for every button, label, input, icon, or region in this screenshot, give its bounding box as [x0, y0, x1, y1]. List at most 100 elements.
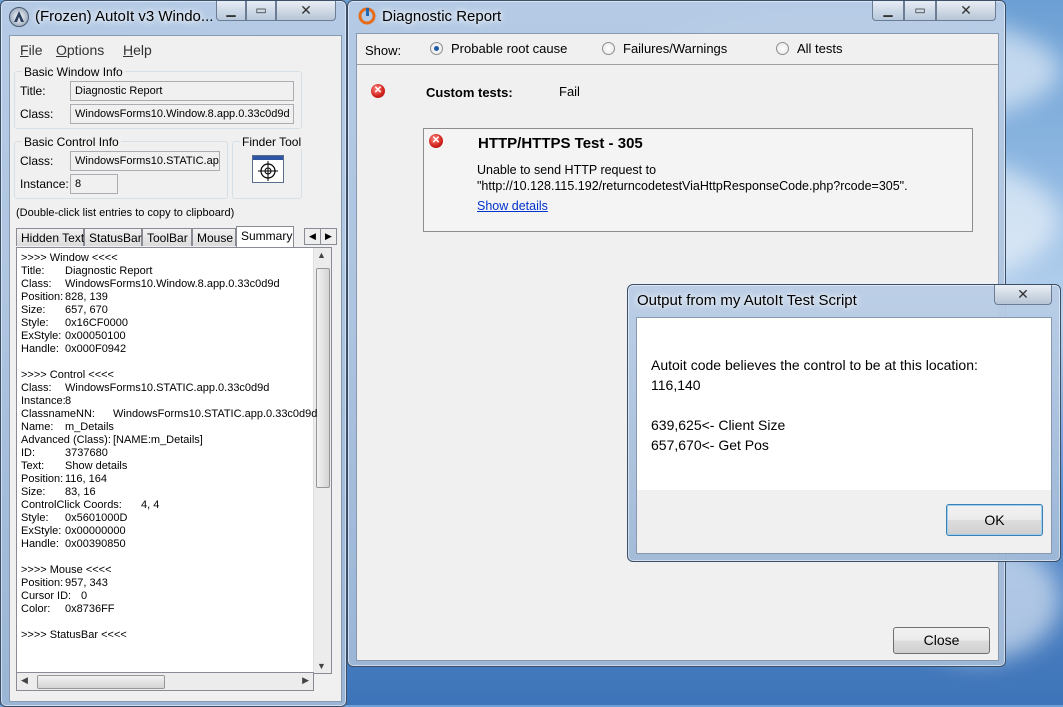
- radio-all-tests-label[interactable]: All tests: [797, 41, 843, 56]
- radio-failures-warnings[interactable]: [602, 42, 615, 55]
- minimize-button[interactable]: ▁: [216, 1, 246, 21]
- summary-key[interactable]: ControlClick Coords:: [21, 499, 122, 512]
- summary-value[interactable]: [NAME:m_Details]: [113, 434, 203, 447]
- summary-value[interactable]: m_Details: [65, 421, 114, 434]
- basic-control-info-label: Basic Control Info: [22, 135, 121, 149]
- show-details-link[interactable]: Show details: [477, 199, 548, 213]
- output-message-area: Autoit code believes the control to be a…: [637, 318, 1051, 490]
- radio-all-tests[interactable]: [776, 42, 789, 55]
- radio-failures-warnings-label[interactable]: Failures/Warnings: [623, 41, 727, 56]
- menu-options[interactable]: Options: [56, 42, 104, 58]
- radio-probable-root-cause-label[interactable]: Probable root cause: [451, 41, 567, 56]
- summary-key[interactable]: ExStyle:: [21, 525, 61, 538]
- window-title-field[interactable]: Diagnostic Report: [70, 81, 294, 101]
- summary-value[interactable]: 0x00050100: [65, 330, 126, 343]
- summary-key[interactable]: Style:: [21, 317, 49, 330]
- summary-key[interactable]: Position:: [21, 577, 63, 590]
- diag-maximize-button[interactable]: ▭: [904, 1, 936, 21]
- close-icon: ✕: [1017, 286, 1029, 302]
- summary-key[interactable]: Style:: [21, 512, 49, 525]
- summary-key[interactable]: Position:: [21, 473, 63, 486]
- summary-value[interactable]: 0x000F0942: [65, 343, 126, 356]
- summary-key[interactable]: ClassnameNN:: [21, 408, 95, 421]
- summary-value[interactable]: 116, 164: [65, 473, 107, 486]
- summary-key[interactable]: Class:: [21, 382, 52, 395]
- summary-value[interactable]: 8: [65, 395, 71, 408]
- summary-value[interactable]: WindowsForms10.Window.8.app.0.33c0d9d: [65, 278, 280, 291]
- summary-value[interactable]: 957, 343: [65, 577, 108, 590]
- window-class-label: Class:: [20, 107, 54, 121]
- diag-minimize-button[interactable]: ▁: [872, 1, 904, 21]
- summary-key[interactable]: ID:: [21, 447, 35, 460]
- close-button[interactable]: ✕: [276, 1, 336, 21]
- menu-help[interactable]: Help: [123, 42, 152, 58]
- close-icon: ✕: [300, 2, 312, 18]
- summary-value[interactable]: 3737680: [65, 447, 108, 460]
- radio-probable-root-cause[interactable]: [430, 42, 443, 55]
- summary-key[interactable]: Size:: [21, 486, 45, 499]
- summary-vertical-scrollbar[interactable]: ▲ ▼: [313, 248, 331, 673]
- summary-key[interactable]: Advanced (Class):: [21, 434, 111, 447]
- summary-key[interactable]: Instance:: [21, 395, 66, 408]
- summary-value[interactable]: Show details: [65, 460, 127, 473]
- tab-mouse[interactable]: Mouse: [192, 228, 236, 246]
- summary-value[interactable]: 4, 4: [141, 499, 159, 512]
- summary-value[interactable]: 0x00390850: [65, 538, 126, 551]
- summary-value[interactable]: 0x8736FF: [65, 603, 115, 616]
- ok-button[interactable]: OK: [946, 504, 1043, 536]
- control-class-field[interactable]: WindowsForms10.STATIC.app: [70, 151, 220, 171]
- window-class-field[interactable]: WindowsForms10.Window.8.app.0.33c0d9d: [70, 104, 294, 124]
- tab-scroll-left[interactable]: ◀: [304, 228, 321, 245]
- diag-close-button[interactable]: ✕: [936, 1, 996, 21]
- menu-file[interactable]: File: [20, 42, 43, 58]
- summary-key[interactable]: Handle:: [21, 343, 59, 356]
- summary-key[interactable]: >>>> StatusBar <<<<: [21, 629, 127, 642]
- summary-value[interactable]: WindowsForms10.STATIC.app.0.33c0d9d: [65, 382, 269, 395]
- tab-toolbar[interactable]: ToolBar: [142, 228, 192, 246]
- summary-horizontal-scrollbar[interactable]: ◀ ▶: [16, 672, 314, 691]
- summary-key[interactable]: Name:: [21, 421, 53, 434]
- summary-value[interactable]: 0x5601000D: [65, 512, 127, 525]
- summary-key[interactable]: Title:: [21, 265, 44, 278]
- summary-value[interactable]: 0x00000000: [65, 525, 126, 538]
- summary-key[interactable]: Text:: [21, 460, 44, 473]
- tab-summary[interactable]: Summary: [236, 226, 294, 247]
- summary-value[interactable]: 83, 16: [65, 486, 96, 499]
- summary-value[interactable]: 828, 139: [65, 291, 108, 304]
- summary-key[interactable]: Cursor ID:: [21, 590, 71, 603]
- output-close-button[interactable]: ✕: [994, 285, 1052, 305]
- menu-bar: File Options Help: [18, 38, 338, 60]
- summary-value[interactable]: Diagnostic Report: [65, 265, 152, 278]
- control-instance-field[interactable]: 8: [70, 174, 118, 194]
- tab-hidden-text[interactable]: Hidden Text: [16, 228, 84, 246]
- summary-value[interactable]: 0: [81, 590, 87, 603]
- summary-key[interactable]: Size:: [21, 304, 45, 317]
- summary-key[interactable]: Color:: [21, 603, 50, 616]
- summary-key[interactable]: Class:: [21, 278, 52, 291]
- finder-tool-target[interactable]: [252, 155, 284, 183]
- summary-value[interactable]: WindowsForms10.STATIC.app.0.33c0d9d: [113, 408, 317, 421]
- summary-value[interactable]: 0x16CF0000: [65, 317, 128, 330]
- scroll-thumb[interactable]: [316, 268, 330, 488]
- summary-key[interactable]: >>>> Window <<<<: [21, 252, 118, 265]
- output-line-2: 116,140: [651, 377, 701, 393]
- tab-scroll-right[interactable]: ▶: [320, 228, 337, 245]
- summary-key[interactable]: ExStyle:: [21, 330, 61, 343]
- custom-tests-label: Custom tests:: [426, 85, 513, 100]
- maximize-button[interactable]: ▭: [246, 1, 276, 21]
- autoit-app-icon: [9, 7, 29, 27]
- summary-list[interactable]: ▲ ▼ >>>> Window <<<< Title: Diagnostic Rep…: [16, 247, 332, 674]
- hscroll-thumb[interactable]: [37, 675, 165, 689]
- output-client-area: Autoit code believes the control to be a…: [636, 317, 1052, 554]
- summary-key[interactable]: >>>> Mouse <<<<: [21, 564, 112, 577]
- menu-options-accel: O: [56, 42, 67, 58]
- summary-value[interactable]: 657, 670: [65, 304, 108, 317]
- summary-key[interactable]: Position:: [21, 291, 63, 304]
- summary-key[interactable]: Handle:: [21, 538, 59, 551]
- menu-file-label: ile: [28, 42, 43, 58]
- finder-tool-label: Finder Tool: [240, 135, 304, 149]
- summary-key[interactable]: >>>> Control <<<<: [21, 369, 114, 382]
- output-line-4: 657,670<- Get Pos: [651, 437, 769, 453]
- close-dialog-button[interactable]: Close: [893, 627, 990, 654]
- tab-statusbar[interactable]: StatusBar: [84, 228, 142, 246]
